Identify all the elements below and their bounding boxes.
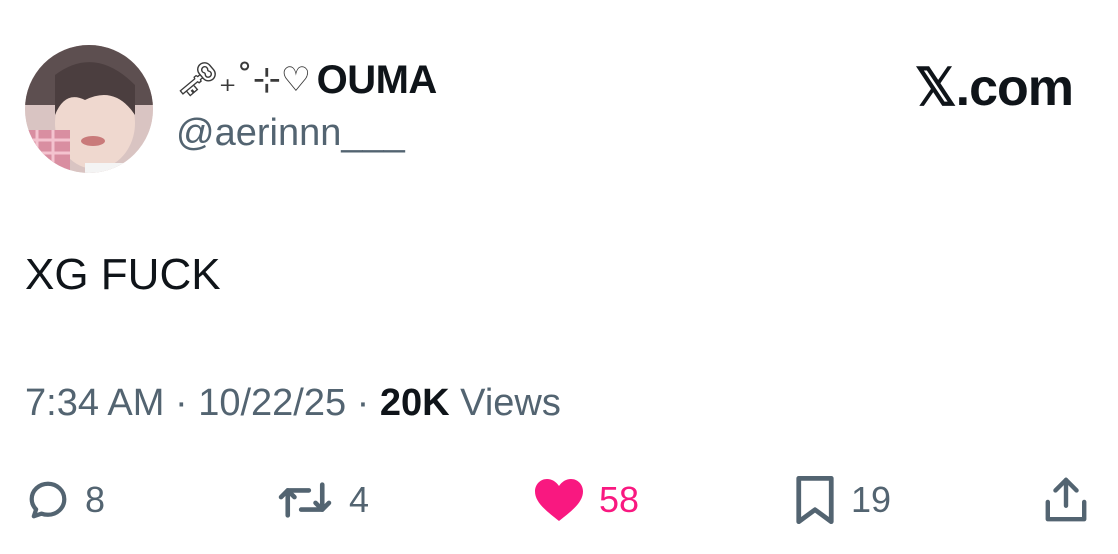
user-handle[interactable]: @aerinnn___ bbox=[176, 112, 405, 155]
display-name[interactable]: 🗝₊˚⊹♡ OUMA bbox=[176, 56, 437, 104]
reply-button[interactable]: 8 bbox=[25, 470, 105, 530]
display-name-text: OUMA bbox=[316, 57, 438, 102]
meta-separator: · bbox=[164, 382, 199, 424]
repost-button[interactable]: 4 bbox=[275, 470, 369, 530]
like-button[interactable]: 58 bbox=[533, 470, 639, 530]
display-name-decoration: 🗝₊˚⊹♡ bbox=[176, 60, 311, 100]
share-icon bbox=[1045, 477, 1087, 522]
views-count: 20K bbox=[379, 382, 450, 424]
avatar[interactable] bbox=[25, 45, 153, 173]
tweet-text: XG FUCK bbox=[25, 250, 221, 299]
tweet-meta: 7:34 AM · 10/22/25 · 20K Views bbox=[25, 382, 561, 425]
repost-count: 4 bbox=[349, 479, 370, 520]
like-count: 58 bbox=[599, 479, 640, 520]
views-label: Views bbox=[449, 382, 561, 424]
reply-count: 8 bbox=[85, 479, 106, 520]
tweet-time[interactable]: 7:34 AM bbox=[25, 382, 164, 424]
meta-separator: · bbox=[346, 382, 380, 424]
share-button[interactable] bbox=[1043, 470, 1089, 530]
tweet-date[interactable]: 10/22/25 bbox=[198, 382, 346, 424]
avatar-image bbox=[25, 45, 153, 173]
bookmark-button[interactable]: 19 bbox=[793, 470, 891, 530]
repost-icon bbox=[278, 482, 332, 518]
action-bar: 8 4 58 19 bbox=[25, 470, 1095, 530]
reply-icon bbox=[29, 481, 67, 519]
brand-logo: 𝕏.com bbox=[914, 59, 1074, 117]
bookmark-icon bbox=[796, 475, 834, 525]
heart-icon bbox=[535, 479, 583, 521]
bookmark-count: 19 bbox=[851, 479, 892, 520]
